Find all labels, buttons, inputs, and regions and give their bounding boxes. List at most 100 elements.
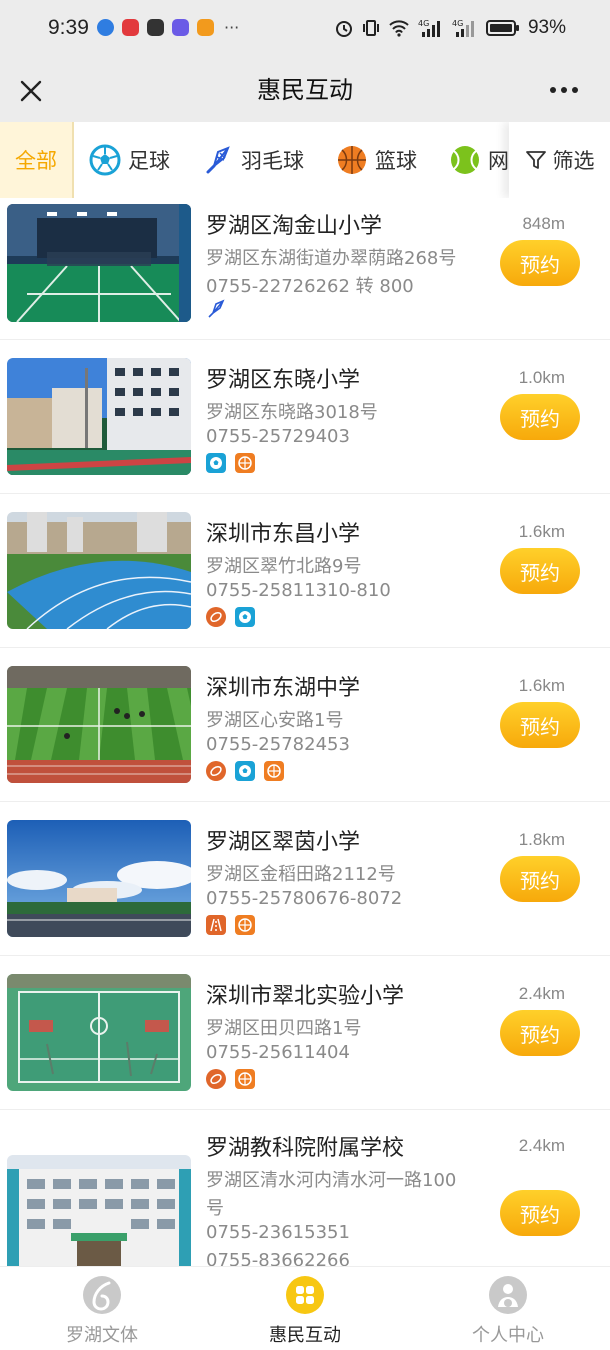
battery-percent: 93%: [527, 17, 566, 38]
book-button[interactable]: 预约: [500, 1190, 580, 1236]
venue-tags: [206, 607, 255, 627]
tennis-icon: [451, 146, 479, 174]
venue-address: 罗湖区东晓路3018号: [206, 402, 378, 423]
interaction-icon: [286, 1276, 324, 1314]
signal-icon: 4G: [418, 19, 440, 37]
status-more-dots: ···: [224, 18, 240, 37]
tab-badminton[interactable]: 羽毛球: [202, 122, 304, 198]
venue-photo: [7, 820, 191, 937]
more-icon-dot: [572, 87, 578, 93]
venue-name: 罗湖区淘金山小学: [206, 214, 383, 239]
venue-name: 深圳市翠北实验小学: [206, 984, 405, 1009]
filter-icon: [525, 151, 546, 169]
bottom-nav: 罗湖文体 惠民互动 个人中心: [0, 1266, 610, 1350]
book-button[interactable]: 预约: [500, 856, 580, 902]
app-notification-icon: [172, 19, 189, 36]
venue-phone: 0755-22726262 转 800: [206, 276, 414, 297]
venue-card[interactable]: 深圳市东湖中学 罗湖区心安路1号 0755-25782453 1.6km 预约: [0, 648, 610, 802]
status-time: 9:39: [48, 16, 89, 39]
svg-text:4G: 4G: [418, 19, 429, 28]
basketball-icon: [235, 915, 255, 935]
venue-phone: 0755-25780676-8072: [206, 888, 403, 909]
book-button[interactable]: 预约: [500, 1010, 580, 1056]
nav-interaction[interactable]: 惠民互动: [220, 1275, 390, 1347]
venue-address: 罗湖区东湖街道办翠荫路268号: [206, 248, 457, 269]
signal-icon: 4G: [452, 19, 474, 37]
filter-label: 筛选: [552, 149, 595, 173]
venue-address: 罗湖区田贝四路1号: [206, 1018, 362, 1039]
page-title: 惠民互动: [257, 76, 353, 104]
venue-phone: 0755-25611404: [206, 1042, 350, 1063]
tab-label: 足球: [128, 149, 170, 173]
status-app-icons: ···: [97, 19, 239, 36]
venue-phone: 0755-23615351: [206, 1222, 350, 1243]
venue-card[interactable]: 罗湖区翠茵小学 罗湖区金稻田路2112号 0755-25780676-8072 …: [0, 802, 610, 956]
venue-name: 深圳市东昌小学: [206, 522, 361, 547]
venue-distance: 1.6km: [518, 676, 565, 695]
badminton-icon: [206, 299, 226, 319]
more-icon-dot: [550, 87, 556, 93]
app-notification-icon: [147, 19, 164, 36]
wifi-icon: [389, 20, 409, 37]
venue-tags: [206, 915, 255, 935]
user-center-icon: [489, 1276, 527, 1314]
tab-all[interactable]: 全部: [0, 122, 74, 198]
book-button[interactable]: 预约: [500, 394, 580, 440]
tab-label: 篮球: [375, 149, 417, 173]
venue-tags: [206, 761, 284, 781]
venue-distance: 2.4km: [518, 984, 565, 1003]
venue-phone: 0755-83662266: [206, 1250, 350, 1266]
badminton-icon: [206, 146, 230, 174]
venue-distance: 1.6km: [518, 522, 565, 541]
soccer-icon: [89, 144, 121, 176]
battery-icon: [485, 20, 519, 36]
book-button[interactable]: 预约: [500, 548, 580, 594]
nav-label: 罗湖文体: [66, 1325, 138, 1346]
venue-address: 罗湖区清水河内清水河一路100: [206, 1170, 457, 1191]
venue-tags: [206, 1069, 255, 1089]
venue-photo: [7, 512, 191, 629]
venue-tags: [206, 453, 255, 473]
venue-name: 深圳市东湖中学: [206, 676, 361, 701]
basketball-icon: [264, 761, 284, 781]
venue-list: 罗湖区淘金山小学 罗湖区东湖街道办翠荫路268号 0755-22726262 转…: [0, 198, 610, 1266]
venue-card[interactable]: 罗湖教科院附属学校 罗湖区清水河内清水河一路100 号 0755-2361535…: [0, 1110, 610, 1266]
venue-card[interactable]: 罗湖区东晓小学 罗湖区东晓路3018号 0755-25729403 1.0km …: [0, 340, 610, 494]
venue-address-cont: 号: [206, 1198, 224, 1219]
soccer-icon: [235, 607, 255, 627]
venue-name: 罗湖区翠茵小学: [206, 830, 361, 855]
tab-label: 全部: [15, 149, 57, 173]
book-button[interactable]: 预约: [500, 240, 580, 286]
app-notification-icon: [122, 19, 139, 36]
venue-name: 罗湖区东晓小学: [206, 368, 361, 393]
nav-luohu-culture[interactable]: 罗湖文体: [17, 1275, 187, 1347]
app-notification-icon: [197, 19, 214, 36]
nav-user-center[interactable]: 个人中心: [423, 1275, 593, 1347]
venue-card[interactable]: 深圳市翠北实验小学 罗湖区田贝四路1号 0755-25611404 2.4km …: [0, 956, 610, 1110]
track-icon: [206, 607, 226, 627]
venue-card[interactable]: 罗湖区淘金山小学 罗湖区东湖街道办翠荫路268号 0755-22726262 转…: [0, 198, 610, 340]
basketball-icon: [235, 453, 255, 473]
soccer-icon: [235, 761, 255, 781]
venue-card[interactable]: 深圳市东昌小学 罗湖区翠竹北路9号 0755-25811310-810 1.6k…: [0, 494, 610, 648]
tab-soccer[interactable]: 足球: [89, 122, 170, 198]
more-icon-dot: [561, 87, 567, 93]
book-button[interactable]: 预约: [500, 702, 580, 748]
venue-photo: [7, 974, 191, 1091]
filter-button[interactable]: 筛选: [509, 122, 610, 198]
venue-photo: [7, 1155, 191, 1266]
more-button[interactable]: [538, 70, 590, 110]
venue-name: 罗湖教科院附属学校: [206, 1136, 405, 1161]
venue-phone: 0755-25729403: [206, 426, 350, 447]
app-notification-icon: [97, 19, 114, 36]
basketball-icon: [338, 146, 366, 174]
tab-basketball[interactable]: 篮球: [336, 122, 417, 198]
vibrate-icon: [362, 20, 379, 36]
soccer-icon: [206, 453, 226, 473]
venue-distance: 1.0km: [518, 368, 565, 387]
status-bar: 9:39 ··· 4G 4G 93%: [0, 0, 610, 60]
venue-photo: [7, 204, 191, 322]
venue-distance: 848m: [522, 214, 565, 233]
venue-photo: [7, 358, 191, 475]
venue-photo: [7, 666, 191, 783]
